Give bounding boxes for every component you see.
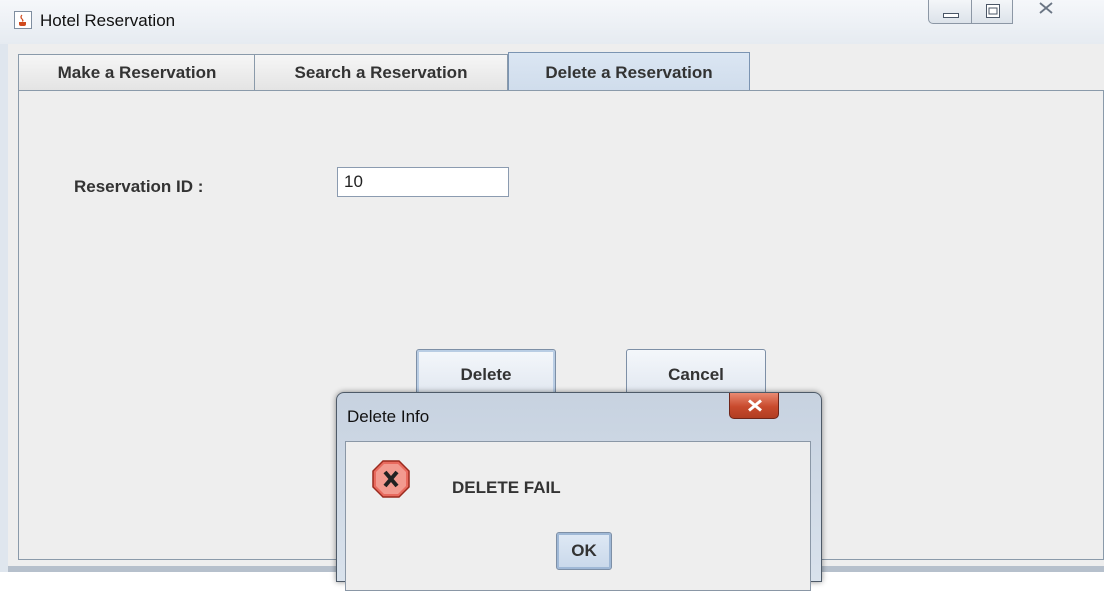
window-controls [928, 0, 1104, 28]
close-button[interactable] [1012, 0, 1082, 24]
dialog-body: DELETE FAIL OK [345, 441, 811, 591]
dialog-message: DELETE FAIL [452, 478, 561, 497]
java-cup-icon[interactable] [14, 11, 32, 29]
tab-delete-reservation[interactable]: Delete a Reservation [508, 52, 750, 92]
title-bar[interactable]: Hotel Reservation [0, 0, 1104, 44]
reservation-id-label: Reservation ID : [74, 177, 204, 196]
tab-make-reservation[interactable]: Make a Reservation [18, 54, 256, 90]
minimize-icon [943, 13, 959, 18]
window-title: Hotel Reservation [40, 11, 176, 30]
dialog-close-button[interactable] [729, 393, 779, 419]
ok-button[interactable]: OK [556, 532, 612, 570]
tab-search-reservation[interactable]: Search a Reservation [254, 54, 508, 90]
delete-info-dialog: Delete Info DELETE FAIL OK [336, 392, 822, 591]
maximize-icon [986, 4, 1000, 18]
close-icon [1039, 2, 1053, 14]
minimize-button[interactable] [928, 0, 972, 24]
maximize-button[interactable] [971, 0, 1013, 24]
reservation-id-input[interactable] [337, 167, 509, 197]
error-icon [372, 460, 410, 498]
dialog-title: Delete Info [347, 407, 430, 426]
close-icon [748, 399, 762, 412]
